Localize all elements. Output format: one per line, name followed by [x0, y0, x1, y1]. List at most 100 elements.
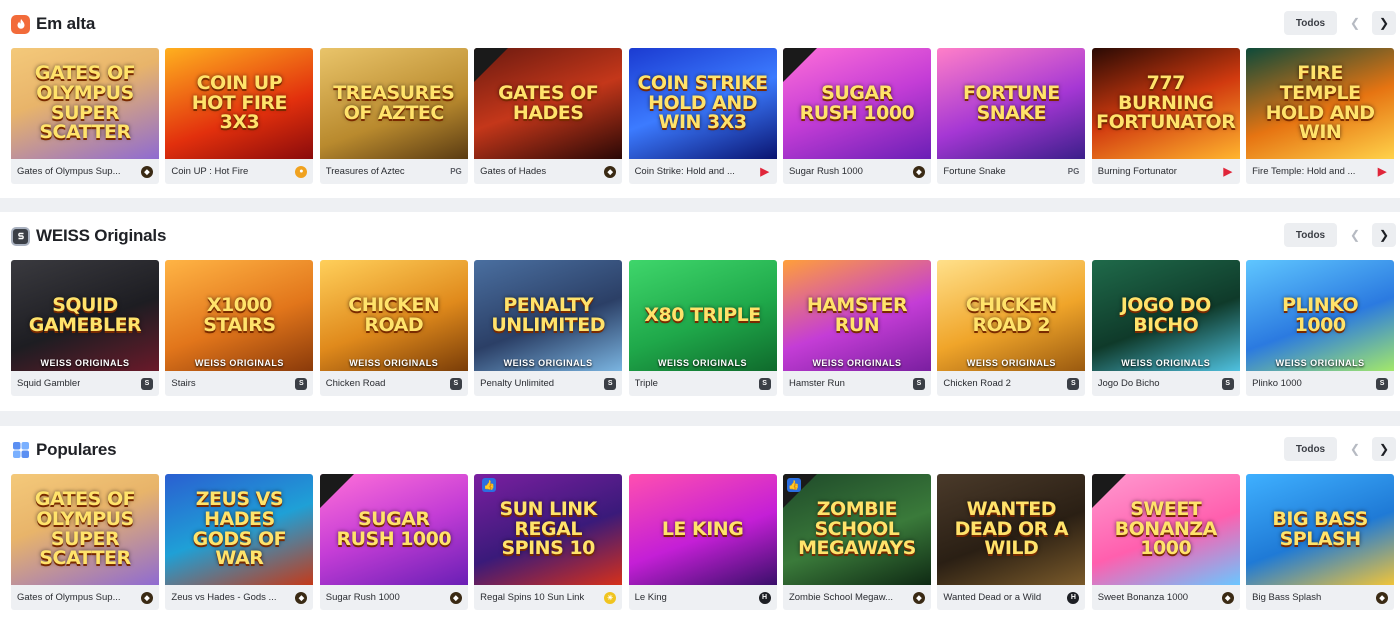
- game-card[interactable]: HAMSTER RUN WEISS ORIGINALS Hamster Run S: [782, 260, 931, 396]
- game-name: Triple: [634, 378, 658, 389]
- provider-play-icon: ▶: [1377, 166, 1387, 178]
- game-thumbnail[interactable]: SUGAR RUSH 1000: [319, 474, 468, 585]
- game-thumbnail[interactable]: 777 BURNING FORTUNATOR: [1091, 48, 1240, 159]
- game-art-title: HAMSTER RUN: [806, 293, 908, 336]
- chevron-right-icon[interactable]: ❯: [1372, 223, 1396, 247]
- provider-weiss-icon: S: [1067, 377, 1080, 390]
- game-thumbnail[interactable]: LE KING: [628, 474, 777, 585]
- game-info-row: Stairs S: [165, 371, 313, 396]
- game-card[interactable]: GATES OF OLYMPUS SUPER SCATTER Gates of O…: [11, 48, 159, 184]
- game-art-title: SUN LINK REGAL SPINS 10: [499, 497, 597, 560]
- game-card[interactable]: 777 BURNING FORTUNATOR Burning Fortunator…: [1091, 48, 1240, 184]
- game-card[interactable]: SUGAR RUSH 1000 Sugar Rush 1000 ◆: [782, 48, 931, 184]
- game-card[interactable]: ZOMBIE SCHOOL MEGAWAYS 👍 Zombie School Meg…: [782, 474, 931, 610]
- game-card[interactable]: FORTUNE SNAKE Fortune Snake PG: [937, 48, 1086, 184]
- chevron-right-icon[interactable]: ❯: [1372, 11, 1396, 35]
- game-card[interactable]: TREASURES OF AZTEC Treasures of Aztec PG: [319, 48, 468, 184]
- game-thumbnail[interactable]: GATES OF OLYMPUS SUPER SCATTER: [11, 474, 159, 585]
- game-card[interactable]: WANTED DEAD OR A WILD Wanted Dead or a Wi…: [937, 474, 1086, 610]
- game-thumbnail[interactable]: CHICKEN ROAD 2 WEISS ORIGINALS: [937, 260, 1086, 371]
- provider-weiss-icon: S: [758, 377, 771, 390]
- game-thumbnail[interactable]: PLINKO 1000 WEISS ORIGINALS: [1246, 260, 1395, 371]
- game-thumbnail[interactable]: TREASURES OF AZTEC: [319, 48, 468, 159]
- game-thumbnail[interactable]: FIRE TEMPLE HOLD AND WIN: [1246, 48, 1395, 159]
- fire-icon: [11, 14, 30, 34]
- section-populares: Populares Todos ❮ ❯ GATES OF OLYMPUS SUP…: [0, 426, 1400, 626]
- game-thumbnail[interactable]: CHICKEN ROAD WEISS ORIGINALS: [319, 260, 468, 371]
- game-info-row: Sugar Rush 1000 ◆: [783, 159, 931, 184]
- section-header: WEISS Originals: [11, 224, 166, 248]
- game-card[interactable]: SUGAR RUSH 1000 Sugar Rush 1000 ◆: [319, 474, 468, 610]
- chevron-left-icon[interactable]: ❮: [1343, 437, 1367, 461]
- game-thumbnail[interactable]: COIN STRIKE HOLD AND WIN 3X3: [628, 48, 777, 159]
- game-card[interactable]: PLINKO 1000 WEISS ORIGINALS Plinko 1000 S: [1246, 260, 1395, 396]
- todos-button[interactable]: Todos: [1284, 11, 1337, 35]
- game-card[interactable]: CHICKEN ROAD 2 WEISS ORIGINALS Chicken Roa…: [937, 260, 1086, 396]
- game-thumbnail[interactable]: JOGO DO BICHO WEISS ORIGINALS: [1091, 260, 1240, 371]
- todos-button[interactable]: Todos: [1284, 223, 1337, 247]
- game-name: Penalty Unlimited: [480, 378, 555, 389]
- game-carousel: GATES OF OLYMPUS SUPER SCATTER Gates of O…: [11, 474, 1400, 610]
- game-info-row: Sugar Rush 1000 ◆: [320, 585, 468, 610]
- game-thumbnail[interactable]: WANTED DEAD OR A WILD: [937, 474, 1086, 585]
- game-thumbnail[interactable]: ZEUS VS HADES GODS OF WAR: [165, 474, 314, 585]
- game-art-title: CHICKEN ROAD: [348, 293, 440, 336]
- todos-button[interactable]: Todos: [1284, 437, 1337, 461]
- game-info-row: Fire Temple: Hold and ... ▶: [1246, 159, 1394, 184]
- weiss-originals-label: WEISS ORIGINALS: [812, 358, 902, 368]
- game-thumbnail[interactable]: X80 TRIPLE WEISS ORIGINALS: [628, 260, 777, 371]
- game-info-row: Penalty Unlimited S: [474, 371, 622, 396]
- game-thumbnail[interactable]: COIN UP HOT FIRE 3X3: [165, 48, 314, 159]
- game-thumbnail[interactable]: SUGAR RUSH 1000: [782, 48, 931, 159]
- game-name: Gates of Olympus Sup...: [17, 592, 121, 603]
- game-card[interactable]: SQUID GAMEBLER WEISS ORIGINALS Squid Gambl…: [11, 260, 159, 396]
- chevron-left-icon[interactable]: ❮: [1343, 223, 1367, 247]
- provider-pragmatic-icon: ◆: [141, 591, 153, 604]
- game-thumbnail[interactable]: BIG BASS SPLASH: [1246, 474, 1395, 585]
- chevron-right-icon[interactable]: ❯: [1372, 437, 1396, 461]
- provider-weiss-icon: S: [912, 377, 925, 390]
- provider-pragmatic-icon: ◆: [912, 165, 925, 178]
- game-thumbnail[interactable]: ZOMBIE SCHOOL MEGAWAYS 👍: [782, 474, 931, 585]
- game-thumbnail[interactable]: HAMSTER RUN WEISS ORIGINALS: [782, 260, 931, 371]
- game-info-row: Coin UP : Hot Fire ●: [165, 159, 313, 184]
- game-card[interactable]: SUN LINK REGAL SPINS 10 👍 Regal Spins 10 S…: [474, 474, 623, 610]
- game-card[interactable]: BIG BASS SPLASH Big Bass Splash ◆: [1246, 474, 1395, 610]
- game-art-title: X80 TRIPLE: [644, 303, 761, 326]
- game-thumbnail[interactable]: SUN LINK REGAL SPINS 10 👍: [474, 474, 623, 585]
- weiss-originals-label: WEISS ORIGINALS: [503, 358, 593, 368]
- game-card[interactable]: COIN UP HOT FIRE 3X3 Coin UP : Hot Fire ●: [165, 48, 314, 184]
- game-name: Zombie School Megaw...: [788, 592, 893, 603]
- game-thumbnail[interactable]: SWEET BONANZA 1000: [1091, 474, 1240, 585]
- game-card[interactable]: LE KING Le King H: [628, 474, 777, 610]
- thumbs-up-icon: 👍: [482, 478, 497, 492]
- game-card[interactable]: GATES OF HADES Gates of Hades ◆: [474, 48, 623, 184]
- game-thumbnail[interactable]: GATES OF OLYMPUS SUPER SCATTER: [11, 48, 159, 159]
- game-thumbnail[interactable]: FORTUNE SNAKE: [937, 48, 1086, 159]
- game-card[interactable]: JOGO DO BICHO WEISS ORIGINALS Jogo Do Bich…: [1091, 260, 1240, 396]
- game-card[interactable]: X80 TRIPLE WEISS ORIGINALS Triple S: [628, 260, 777, 396]
- game-card[interactable]: CHICKEN ROAD WEISS ORIGINALS Chicken Road S: [319, 260, 468, 396]
- game-art-title: CHICKEN ROAD 2: [965, 293, 1057, 336]
- drops-wins-badge: [1091, 474, 1126, 508]
- provider-pragmatic-icon: ◆: [1376, 591, 1389, 604]
- game-info-row: Fortune Snake PG: [937, 159, 1085, 184]
- game-card[interactable]: X1000 STAIRS WEISS ORIGINALS Stairs S: [165, 260, 314, 396]
- game-thumbnail[interactable]: GATES OF HADES: [474, 48, 623, 159]
- game-card[interactable]: PENALTY UNLIMITED WEISS ORIGINALS Penalty …: [474, 260, 623, 396]
- game-card[interactable]: GATES OF OLYMPUS SUPER SCATTER Gates of O…: [11, 474, 159, 610]
- chevron-left-icon[interactable]: ❮: [1343, 11, 1367, 35]
- game-thumbnail[interactable]: X1000 STAIRS WEISS ORIGINALS: [165, 260, 314, 371]
- game-card[interactable]: SWEET BONANZA 1000 Sweet Bonanza 1000 ◆: [1091, 474, 1240, 610]
- game-card[interactable]: COIN STRIKE HOLD AND WIN 3X3 Coin Strike:…: [628, 48, 777, 184]
- game-thumbnail[interactable]: PENALTY UNLIMITED WEISS ORIGINALS: [474, 260, 623, 371]
- game-card[interactable]: ZEUS VS HADES GODS OF WAR Zeus vs Hades -…: [165, 474, 314, 610]
- game-art-title: ZEUS VS HADES GODS OF WAR: [192, 487, 287, 570]
- game-name: Treasures of Aztec: [325, 166, 405, 177]
- game-info-row: Sweet Bonanza 1000 ◆: [1092, 585, 1240, 610]
- game-info-row: Triple S: [629, 371, 777, 396]
- game-thumbnail[interactable]: SQUID GAMEBLER WEISS ORIGINALS: [11, 260, 159, 371]
- game-card[interactable]: FIRE TEMPLE HOLD AND WIN Fire Temple: Hol…: [1246, 48, 1395, 184]
- game-art-title: 777 BURNING FORTUNATOR: [1096, 71, 1236, 134]
- provider-weiss-icon: S: [1221, 377, 1234, 390]
